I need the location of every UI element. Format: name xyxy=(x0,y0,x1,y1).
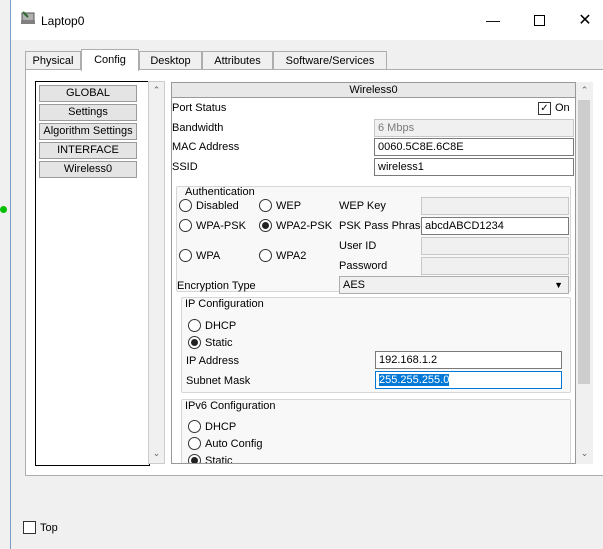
checkmark-icon: ✓ xyxy=(540,103,549,114)
authentication-legend: Authentication xyxy=(185,186,255,198)
auth-wep-label: WEP xyxy=(276,200,302,212)
ipv6-dhcp-label: DHCP xyxy=(205,421,237,433)
ipv6-auto-config-label: Auto Config xyxy=(205,438,263,450)
pane-scroll-down-icon[interactable]: ⌄ xyxy=(577,448,592,459)
auth-wpa2-psk-label: WPA2-PSK xyxy=(276,220,333,232)
tab-physical[interactable]: Physical xyxy=(25,51,81,70)
minimize-button[interactable]: — xyxy=(478,8,508,32)
wep-key-label: WEP Key xyxy=(339,200,386,212)
bandwidth-label: Bandwidth xyxy=(172,122,224,134)
ipv6-auto-config-radio[interactable] xyxy=(188,437,201,450)
pane-scroll-thumb[interactable] xyxy=(578,100,590,384)
encryption-type-select[interactable]: AES ▼ xyxy=(339,276,569,294)
auth-wpa-radio[interactable] xyxy=(179,249,192,262)
ipv6-configuration-group: IPv6 Configuration DHCP Auto Config Stat… xyxy=(181,399,571,464)
pane-scrollbar[interactable]: ⌃ ⌄ xyxy=(576,82,593,464)
tab-software-services[interactable]: Software/Services xyxy=(273,51,387,70)
port-on-label: On xyxy=(555,102,570,114)
auth-wpa-label: WPA xyxy=(196,250,221,262)
menu-interface[interactable]: INTERFACE xyxy=(39,142,137,159)
ipv6-configuration-legend: IPv6 Configuration xyxy=(185,400,276,412)
subnet-mask-value: 255.255.255.0 xyxy=(379,374,450,386)
ipv6-static-label: Static xyxy=(205,455,233,464)
scroll-down-icon[interactable]: ⌄ xyxy=(149,448,164,459)
ipv6-static-radio[interactable] xyxy=(188,454,201,463)
menu-wireless0[interactable]: Wireless0 xyxy=(39,161,137,178)
window-title: Laptop0 xyxy=(41,14,85,28)
auth-wpa-psk-radio[interactable] xyxy=(179,219,192,232)
ip-static-label: Static xyxy=(205,337,233,349)
ip-configuration-group: IP Configuration DHCP Static IP Address … xyxy=(181,297,571,393)
pane-title: Wireless0 xyxy=(172,83,575,98)
scroll-up-icon[interactable]: ⌃ xyxy=(149,85,164,96)
auth-wep-radio[interactable] xyxy=(259,199,272,212)
port-on-checkbox[interactable]: ✓ xyxy=(538,102,551,115)
auth-wpa2-label: WPA2 xyxy=(276,250,307,262)
title-bar[interactable]: Laptop0 — ✕ xyxy=(11,0,603,40)
top-label: Top xyxy=(40,522,58,534)
minimize-icon: — xyxy=(486,12,500,28)
mac-address-field[interactable]: 0060.5C8E.6C8E xyxy=(374,138,574,156)
ipv6-dhcp-radio[interactable] xyxy=(188,420,201,433)
ip-static-radio[interactable] xyxy=(188,336,201,349)
tab-config[interactable]: Config xyxy=(81,49,139,71)
ssid-field[interactable]: wireless1 xyxy=(374,158,574,176)
user-id-label: User ID xyxy=(339,240,377,252)
subnet-mask-label: Subnet Mask xyxy=(186,375,251,387)
subnet-mask-field[interactable]: 255.255.255.0 xyxy=(375,371,562,389)
encryption-type-label: Encryption Type xyxy=(177,280,256,292)
auth-disabled-radio[interactable] xyxy=(179,199,192,212)
auth-disabled-label: Disabled xyxy=(196,200,239,212)
menu-scrollbar[interactable]: ⌃ ⌄ xyxy=(148,81,165,464)
maximize-button[interactable] xyxy=(524,8,554,32)
auth-wpa2-radio[interactable] xyxy=(259,249,272,262)
auth-wpa2-psk-radio[interactable] xyxy=(259,219,272,232)
pane-scroll-up-icon[interactable]: ⌃ xyxy=(577,85,592,96)
wep-key-field xyxy=(421,197,569,215)
menu-settings[interactable]: Settings xyxy=(39,104,137,121)
password-label: Password xyxy=(339,260,388,272)
psk-pass-phrase-label: PSK Pass Phrase xyxy=(339,220,427,232)
ssid-label: SSID xyxy=(172,161,198,173)
maximize-icon xyxy=(533,14,545,26)
config-menu: GLOBAL Settings Algorithm Settings INTER… xyxy=(35,81,150,466)
ip-address-label: IP Address xyxy=(186,355,239,367)
device-window: Laptop0 — ✕ Physical Config Desktop Attr… xyxy=(10,0,603,549)
top-checkbox[interactable] xyxy=(23,521,36,534)
laptop-app-icon xyxy=(21,11,35,24)
port-status-label: Port Status xyxy=(172,102,227,114)
user-id-field xyxy=(421,237,569,255)
menu-algorithm-settings[interactable]: Algorithm Settings xyxy=(39,123,137,140)
authentication-group: Authentication Disabled WEP WEP Key WPA-… xyxy=(176,186,571,294)
psk-pass-phrase-field[interactable]: abcdABCD1234 xyxy=(421,217,569,235)
ip-configuration-legend: IP Configuration xyxy=(185,298,264,310)
close-button[interactable]: ✕ xyxy=(570,8,600,32)
ip-dhcp-radio[interactable] xyxy=(188,319,201,332)
tab-attributes[interactable]: Attributes xyxy=(202,51,273,70)
close-icon: ✕ xyxy=(578,12,592,29)
mac-address-label: MAC Address xyxy=(172,141,240,153)
encryption-type-value: AES xyxy=(343,279,366,291)
ip-dhcp-label: DHCP xyxy=(205,320,237,332)
password-field xyxy=(421,257,569,275)
auth-wpa-psk-label: WPA-PSK xyxy=(196,220,246,232)
dropdown-arrow-icon: ▼ xyxy=(554,280,563,290)
wireless-settings-pane: Wireless0 Port Status ✓ On Bandwidth 6 M… xyxy=(171,82,576,464)
menu-global[interactable]: GLOBAL xyxy=(39,85,137,102)
ip-address-field[interactable]: 192.168.1.2 xyxy=(375,351,562,369)
status-dot xyxy=(0,206,7,213)
tab-desktop[interactable]: Desktop xyxy=(139,51,202,70)
bandwidth-field: 6 Mbps xyxy=(374,119,574,137)
